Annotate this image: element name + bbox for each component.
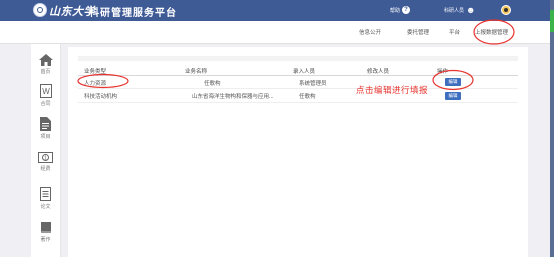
- sidebar-item-home[interactable]: 首页: [31, 54, 60, 75]
- column-header-type: 业务类型: [84, 69, 107, 75]
- row-1-creator: 系统管理员: [299, 81, 327, 87]
- top-nav: 信息公开 委托管理 平台 上报数据管理: [0, 21, 550, 44]
- row-2-type: 科技活动机构: [84, 94, 118, 100]
- sidebar-item-label: 经费: [40, 166, 51, 172]
- avatar[interactable]: [501, 5, 511, 15]
- column-header-creator: 录入人员: [293, 69, 316, 75]
- row-2-name: 山东省海洋生物构和保器与应用...: [192, 94, 274, 100]
- help-link[interactable]: 帮助 ?: [390, 6, 411, 14]
- sidebar-item-label: 首页: [40, 69, 51, 75]
- column-header-name: 业务名称: [185, 69, 208, 75]
- user-role-label: 科研人员: [444, 7, 465, 14]
- annotation-note: 点击编辑进行填报: [356, 85, 429, 95]
- sidebar-item-label: 著作: [40, 237, 51, 243]
- help-icon: ?: [402, 6, 411, 14]
- nav-report-data-management[interactable]: 上报数据管理: [475, 28, 508, 36]
- sidebar-item-contract[interactable]: W 合同: [31, 84, 60, 107]
- table-header-divider: [78, 75, 518, 76]
- book-icon: [40, 222, 51, 233]
- home-icon: [38, 54, 53, 66]
- row-divider: [78, 102, 518, 103]
- column-header-modifier: 修改人员: [367, 69, 390, 75]
- sidebar-item-funds[interactable]: 1 经费: [31, 152, 60, 172]
- row-1-name: 任歌构: [204, 81, 221, 87]
- row-divider: [78, 88, 518, 89]
- sidebar-item-project[interactable]: 项目: [31, 117, 60, 140]
- top-bar: 山东大学 科研管理服务平台 帮助 ? 科研人员 ☻: [0, 0, 554, 21]
- sidebar-item-paper[interactable]: 论文: [31, 187, 60, 210]
- money-icon: 1: [38, 152, 53, 163]
- data-table-panel: 业务类型 业务名称 录入人员 修改人员 操作 人力资源 任歌构 系统管理员 编辑…: [68, 47, 528, 257]
- sidebar-item-label: 合同: [40, 101, 51, 107]
- paper-icon: [40, 187, 51, 201]
- window-scrollbar[interactable]: [550, 0, 554, 257]
- svg-text:W: W: [42, 87, 50, 96]
- edit-button[interactable]: 编辑: [445, 78, 461, 86]
- svg-text:1: 1: [44, 156, 47, 162]
- user-menu[interactable]: 科研人员 ☻: [444, 5, 476, 15]
- help-label: 帮助: [390, 7, 401, 14]
- app-title: 科研管理服务平台: [89, 8, 177, 19]
- row-1-type: 人力资源: [84, 81, 107, 87]
- university-seal-icon: [33, 3, 47, 17]
- sidebar: 首页 W 合同 项目 1 经费 论文 著作: [31, 44, 61, 257]
- nav-entrust-management[interactable]: 委托管理: [407, 28, 429, 36]
- word-doc-icon: W: [39, 84, 52, 98]
- edit-button[interactable]: 编辑: [445, 92, 461, 100]
- column-header-action: 操作: [437, 69, 449, 75]
- nav-platform[interactable]: 平台: [449, 28, 460, 36]
- row-2-creator: 任歌构: [299, 94, 316, 100]
- sidebar-item-label: 项目: [40, 134, 51, 140]
- sidebar-item-label: 论文: [40, 204, 51, 210]
- users-icon: ☻: [466, 5, 476, 15]
- panel-toolbar: [78, 56, 518, 61]
- document-icon: [40, 117, 51, 131]
- sidebar-item-book[interactable]: 著作: [31, 221, 60, 243]
- nav-info-public[interactable]: 信息公开: [359, 28, 381, 36]
